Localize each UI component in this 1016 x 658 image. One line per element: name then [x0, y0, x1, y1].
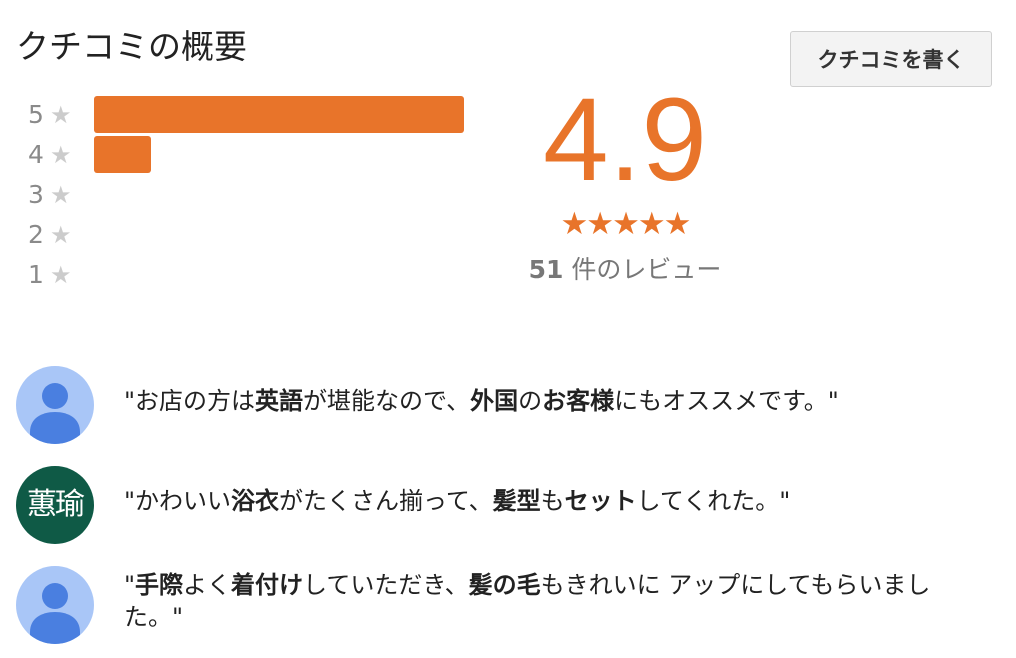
default-user-icon[interactable]	[16, 566, 94, 644]
star-icon: ★	[50, 141, 72, 169]
highlighted-keyword: 着付け	[231, 571, 304, 599]
average-stars: ★★★★★	[505, 204, 745, 244]
default-user-icon[interactable]	[16, 366, 94, 444]
highlighted-keyword: 髪型	[492, 487, 541, 515]
snippet-fragment: の	[518, 387, 543, 415]
snippet-fragment: "	[124, 571, 136, 599]
highlighted-keyword: 手際	[135, 571, 184, 599]
highlighted-keyword: お客様	[542, 387, 615, 415]
snippet-fragment: も	[540, 487, 565, 515]
rating-summary: 4.9 ★★★★★ 51 件のレビュー	[505, 80, 745, 286]
page-title: クチコミの概要	[16, 27, 247, 66]
snippet-fragment: "お店の方は	[124, 387, 256, 415]
star-icon: ★	[50, 221, 72, 249]
histogram-star-count: 4	[28, 140, 44, 169]
highlighted-keyword: セット	[564, 487, 637, 515]
histogram-star-count: 5	[28, 100, 44, 129]
star-icon: ★	[50, 181, 72, 209]
highlighted-keyword: 浴衣	[231, 487, 280, 515]
histogram-star-count: 3	[28, 180, 44, 209]
snippet-fragment: してくれた。"	[636, 487, 791, 515]
histogram-star-count: 1	[28, 260, 44, 289]
highlighted-keyword: 髪の毛	[468, 571, 541, 599]
histogram-row-3: 3 ★	[28, 175, 488, 215]
review-snippet-text: "手際よく着付けしていただき、髪の毛もきれいに アップにしてもらいました。"	[124, 569, 984, 633]
histogram-bar	[94, 96, 464, 133]
highlighted-keyword: 英語	[255, 387, 304, 415]
review-count-label: 件のレビュー	[563, 255, 722, 284]
review-count-number: 51	[528, 255, 564, 284]
star-icon: ★	[50, 261, 72, 289]
review-snippet-text: "お店の方は英語が堪能なので、外国のお客様にもオススメです。"	[124, 385, 984, 417]
histogram-row-1: 1 ★	[28, 255, 488, 295]
histogram-bar	[94, 136, 151, 173]
snippet-fragment: よく	[183, 571, 232, 599]
snippet-fragment: がたくさん揃って、	[279, 487, 493, 515]
review-snippet-text: "かわいい浴衣がたくさん揃って、髪型もセットしてくれた。"	[124, 485, 984, 517]
star-icon: ★	[50, 101, 72, 129]
snippet-fragment: していただき、	[303, 571, 469, 599]
snippet-fragment: が堪能なので、	[303, 387, 471, 415]
avatar[interactable]: 蕙瑜	[16, 466, 94, 544]
histogram-star-count: 2	[28, 220, 44, 249]
highlighted-keyword: 外国	[470, 387, 519, 415]
write-review-button[interactable]: クチコミを書く	[790, 31, 992, 87]
rating-histogram: 5 ★ 4 ★ 3 ★ 2 ★ 1 ★	[28, 95, 488, 295]
histogram-row-4: 4 ★	[28, 135, 488, 175]
average-score: 4.9	[542, 74, 708, 206]
star-rating-icon: ★★★★★	[560, 206, 692, 242]
review-count[interactable]: 51 件のレビュー	[505, 254, 745, 286]
histogram-row-2: 2 ★	[28, 215, 488, 255]
snippet-fragment: "かわいい	[124, 487, 232, 515]
snippet-fragment: にもオススメです。"	[614, 387, 839, 415]
histogram-row-5: 5 ★	[28, 95, 488, 135]
